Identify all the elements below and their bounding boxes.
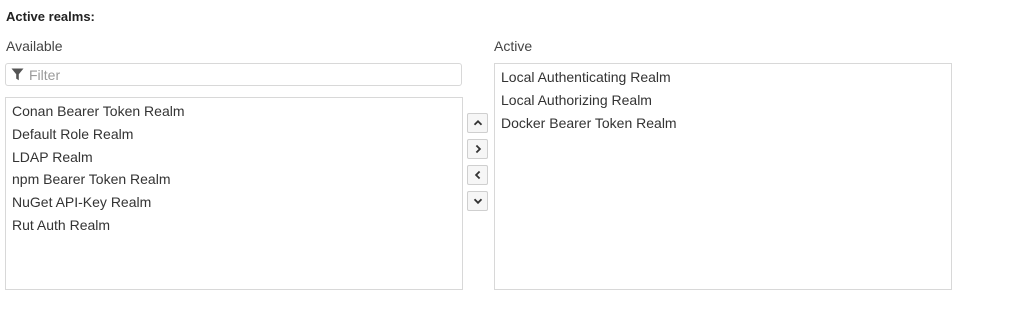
active-label: Active xyxy=(494,38,533,54)
list-item[interactable]: Docker Bearer Token Realm xyxy=(495,112,951,135)
move-left-button[interactable] xyxy=(467,165,488,185)
list-item[interactable]: Default Role Realm xyxy=(6,123,462,146)
section-heading: Active realms: xyxy=(6,9,95,24)
list-item[interactable]: Conan Bearer Token Realm xyxy=(6,100,462,123)
list-item[interactable]: Rut Auth Realm xyxy=(6,214,462,237)
move-up-button[interactable] xyxy=(467,113,488,133)
available-label: Available xyxy=(6,38,63,54)
chevron-down-icon xyxy=(473,198,482,205)
list-item[interactable]: Local Authenticating Realm xyxy=(495,66,951,89)
move-down-button[interactable] xyxy=(467,191,488,211)
available-list[interactable]: Conan Bearer Token Realm Default Role Re… xyxy=(5,97,463,290)
filter-icon xyxy=(11,68,24,81)
active-realms-panel: Active realms: Available Active Conan Be… xyxy=(0,0,1024,309)
chevron-up-icon xyxy=(473,120,482,126)
filter-field[interactable] xyxy=(5,63,462,86)
list-item[interactable]: Local Authorizing Realm xyxy=(495,89,951,112)
move-right-button[interactable] xyxy=(467,139,488,159)
list-item[interactable]: npm Bearer Token Realm xyxy=(6,168,462,191)
list-item[interactable]: NuGet API-Key Realm xyxy=(6,191,462,214)
chevron-left-icon xyxy=(474,170,480,180)
active-list[interactable]: Local Authenticating Realm Local Authori… xyxy=(494,63,952,290)
filter-input[interactable] xyxy=(29,66,449,83)
list-item[interactable]: LDAP Realm xyxy=(6,146,462,169)
chevron-right-icon xyxy=(475,144,481,154)
move-buttons xyxy=(467,113,489,217)
